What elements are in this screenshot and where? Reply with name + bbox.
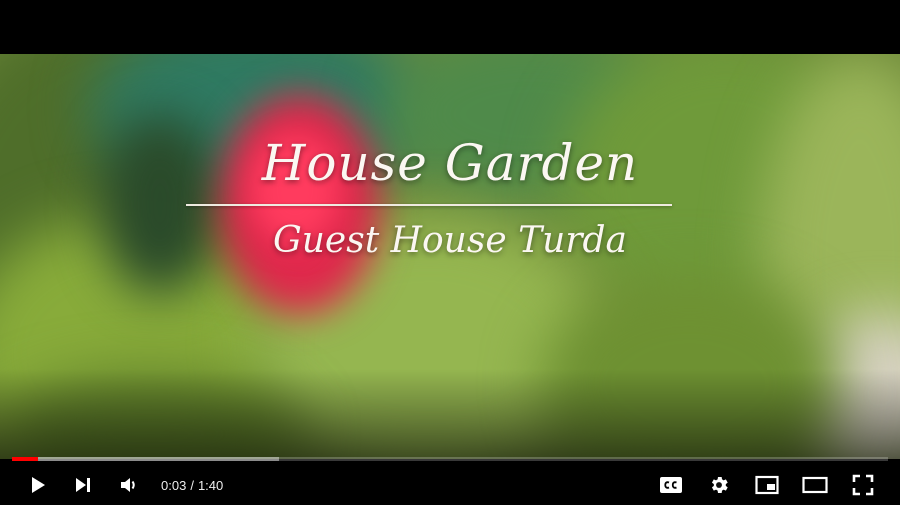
fullscreen-icon: [852, 474, 874, 496]
captions-button[interactable]: [650, 465, 692, 505]
gear-icon: [711, 477, 728, 493]
mute-button[interactable]: [108, 465, 150, 505]
play-button[interactable]: [16, 465, 58, 505]
current-time: 0:03: [161, 477, 187, 493]
next-icon: [76, 478, 90, 492]
time-display: 0:03 / 1:40: [161, 465, 223, 505]
miniplayer-button[interactable]: [746, 465, 788, 505]
theater-mode-icon: [802, 476, 828, 494]
video-frame[interactable]: House Garden Guest House Turda: [0, 54, 900, 459]
theater-mode-button[interactable]: [794, 465, 836, 505]
video-scene: [0, 54, 900, 459]
captions-icon: [660, 477, 682, 493]
player-controls: 0:03 / 1:40: [0, 465, 900, 505]
next-button[interactable]: [62, 465, 104, 505]
miniplayer-icon: [755, 475, 779, 495]
progress-bar[interactable]: [12, 457, 888, 461]
time-separator: /: [190, 477, 194, 493]
fullscreen-button[interactable]: [842, 465, 884, 505]
duration: 1:40: [197, 477, 224, 493]
settings-button[interactable]: [698, 465, 740, 505]
progress-played: [12, 457, 39, 461]
play-icon: [32, 477, 45, 493]
volume-icon: [121, 478, 135, 492]
video-player[interactable]: House Garden Guest House Turda 0:03 / 1:…: [0, 0, 900, 505]
progress-loaded: [12, 457, 280, 461]
